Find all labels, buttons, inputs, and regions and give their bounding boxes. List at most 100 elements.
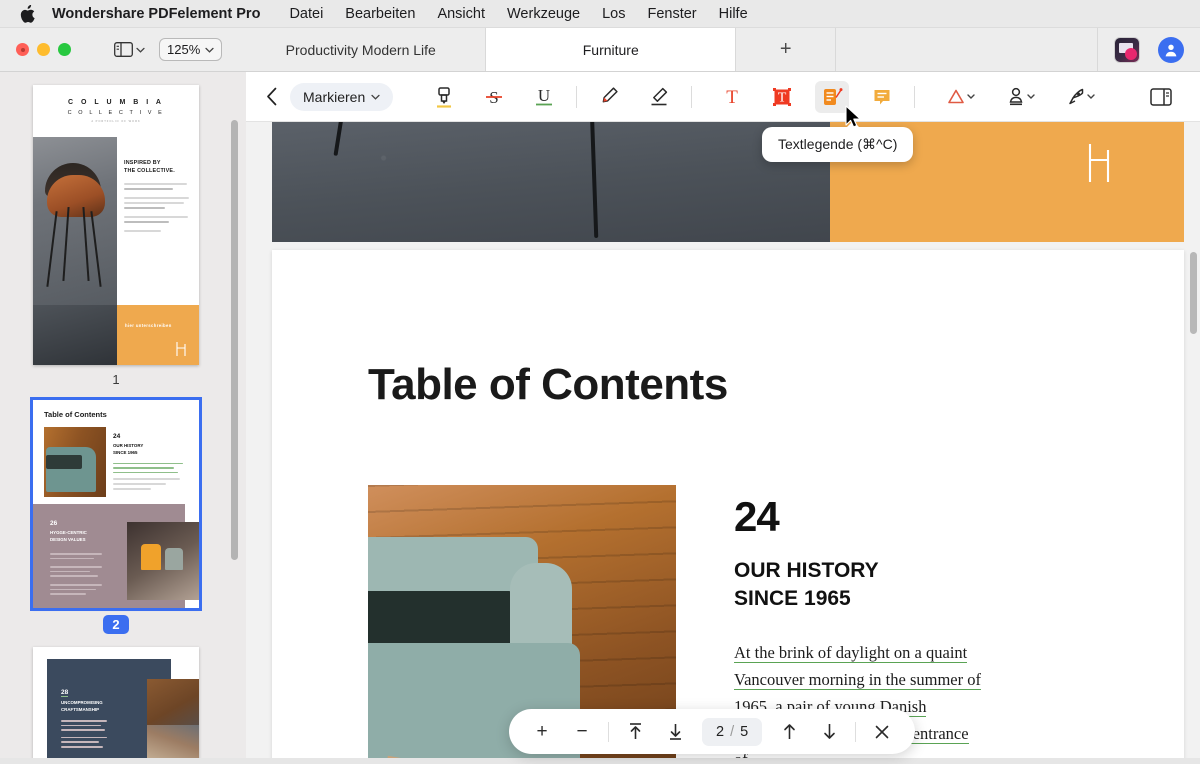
right-panel-icon[interactable] (1144, 81, 1178, 113)
menu-item-werkzeuge[interactable]: Werkzeuge (496, 0, 591, 28)
tab-label: Furniture (582, 41, 639, 58)
thumbnail-page-3[interactable]: 28 UNCOMPROMISING CRAFTSMANSHIP (0, 647, 232, 764)
cover-heading: INSPIRED BY THE COLLECTIVE. (124, 160, 175, 175)
toc-entry-heading-line2: SINCE 1965 (734, 586, 851, 610)
cover-footer: hier unterschreiben (33, 305, 199, 365)
toc-entry-number: 24 (734, 493, 780, 540)
eraser-icon[interactable] (642, 81, 676, 113)
cover-body: INSPIRED BY THE COLLECTIVE. (33, 137, 199, 305)
tooltip-textlegende: Textlegende (⌘^C) (762, 121, 914, 162)
page-separator: / (730, 723, 735, 740)
annotation-toolbar: Markieren S U (246, 72, 1200, 122)
text-box-icon[interactable]: T (765, 81, 799, 113)
menu-item-ansicht[interactable]: Ansicht (426, 0, 496, 28)
sidebar-panel-icon[interactable] (110, 39, 149, 60)
thumbnail-page-1[interactable]: C O L U M B I A C O L L E C T I V E A PO… (0, 85, 232, 387)
minimize-window-button[interactable] (37, 43, 50, 56)
toc-entry-number: 26 (50, 520, 58, 527)
maximize-window-button[interactable] (58, 43, 71, 56)
orange-chair-photo (127, 522, 199, 600)
sidebar-scrollbar[interactable] (231, 120, 238, 560)
menu-item-bearbeiten[interactable]: Bearbeiten (334, 0, 426, 28)
document-viewer[interactable]: Table of Contents 24 OUR HISTORY SINCE 1… (246, 122, 1200, 764)
thumbnail-page-number: 1 (112, 372, 120, 387)
marker-pen-icon[interactable] (592, 81, 626, 113)
viewer-scrollbar[interactable] (1190, 252, 1197, 334)
markieren-mode-dropdown[interactable]: Markieren (290, 82, 394, 111)
floatbar-separator (855, 721, 857, 742)
close-icon[interactable] (863, 715, 901, 749)
tabbar-right-tools (1098, 28, 1200, 71)
window-tabbar: 125% Productivity Modern Life Furniture … (0, 28, 1200, 72)
svg-text:U: U (538, 86, 550, 105)
floatbar-separator (608, 721, 609, 742)
thumbnail-image[interactable]: C O L U M B I A C O L L E C T I V E A PO… (33, 85, 199, 365)
chevron-down-icon (371, 94, 380, 100)
toc-entry-heading: UNCOMPROMISING CRAFTSMANSHIP (61, 700, 103, 712)
window-traffic-lights (0, 28, 110, 71)
chair-logo-icon (176, 342, 186, 356)
toc-title: Table of Contents (44, 410, 107, 419)
jump-to-first-icon[interactable] (616, 715, 654, 749)
cover-title-line2: C O L L E C T I V E (67, 110, 165, 116)
toolbar-separator (691, 85, 693, 108)
jump-to-last-icon[interactable] (656, 715, 694, 749)
app-window: Wondershare PDFelement Pro Datei Bearbei… (0, 0, 1200, 764)
object-tools-group (932, 81, 1112, 113)
thumbnail-sidebar[interactable]: C O L U M B I A C O L L E C T I V E A PO… (0, 72, 246, 764)
thumbnail-page-2[interactable]: Table of Contents 24 OUR HISTORY SINCE 1… (0, 397, 232, 634)
shapes-icon[interactable] (940, 81, 984, 113)
macos-menubar: Wondershare PDFelement Pro Datei Bearbei… (0, 0, 1200, 28)
tabbar-filler (836, 28, 1098, 71)
underline-icon[interactable]: U (527, 81, 561, 113)
menu-item-datei[interactable]: Datei (278, 0, 334, 28)
mouse-cursor (845, 105, 861, 128)
menu-item-app-name[interactable]: Wondershare PDFelement Pro (52, 0, 278, 28)
cover-title-line1: C O L U M B I A (68, 99, 164, 106)
text-tools-group: T T (707, 80, 922, 113)
tab-strip: Productivity Modern Life Furniture + (236, 28, 1098, 71)
close-window-button[interactable] (16, 43, 29, 56)
toc-entry-heading-line1: OUR HISTORY (734, 559, 879, 582)
zoom-in-button[interactable]: + (523, 715, 561, 749)
signature-icon[interactable] (1060, 81, 1104, 113)
thumbnail-image[interactable]: 28 UNCOMPROMISING CRAFTSMANSHIP (33, 647, 199, 764)
arrow-down-icon[interactable] (810, 715, 848, 749)
toc-entry-number: 28 (61, 689, 69, 697)
menu-item-los[interactable]: Los (591, 0, 636, 28)
cover-title-line3: A PORTFOLIO OF WORK (91, 120, 141, 123)
user-avatar-icon[interactable] (1158, 36, 1184, 63)
svg-text:T: T (778, 90, 787, 105)
svg-text:T: T (726, 87, 738, 108)
tab-productivity-modern-life[interactable]: Productivity Modern Life (236, 28, 487, 71)
toc-entry-1: 24 OUR HISTORY SINCE 1965 (33, 427, 199, 497)
tab-furniture[interactable]: Furniture (486, 28, 737, 71)
apple-logo-icon[interactable] (16, 3, 38, 25)
cover-title-block: C O L U M B I A C O L L E C T I V E A PO… (33, 85, 199, 137)
thumbnail-list: C O L U M B I A C O L L E C T I V E A PO… (0, 72, 232, 764)
arrow-up-icon[interactable] (770, 715, 808, 749)
previous-page-bottom (272, 122, 1184, 242)
document-page-2[interactable]: Table of Contents 24 OUR HISTORY SINCE 1… (272, 250, 1184, 764)
markup-tools-group: S U (419, 81, 699, 113)
zoom-level-dropdown[interactable]: 125% (159, 38, 223, 61)
new-tab-button[interactable]: + (736, 28, 837, 71)
thumbnail-image[interactable]: Table of Contents 24 OUR HISTORY SINCE 1… (30, 397, 202, 611)
zoom-out-button[interactable]: − (563, 715, 601, 749)
page-indicator[interactable]: 2 / 5 (702, 717, 763, 746)
strikethrough-icon[interactable]: S (477, 81, 511, 113)
tab-label: Productivity Modern Life (285, 41, 436, 58)
menu-item-hilfe[interactable]: Hilfe (708, 0, 759, 28)
toolbar-back-button[interactable] (246, 87, 290, 106)
text-icon[interactable]: T (715, 81, 749, 113)
media-app-icon[interactable] (1114, 36, 1140, 63)
carpet-photo (272, 122, 830, 242)
toc-entry-number: 24 (113, 433, 121, 440)
highlight-icon[interactable] (427, 81, 461, 113)
toc-entry-heading: OUR HISTORY SINCE 1965 (113, 443, 144, 455)
chevron-down-icon (136, 47, 145, 53)
sticky-note-icon[interactable] (865, 81, 899, 113)
stamp-icon[interactable] (1000, 81, 1044, 113)
chair-logo-icon (1088, 144, 1110, 182)
menu-item-fenster[interactable]: Fenster (636, 0, 707, 28)
